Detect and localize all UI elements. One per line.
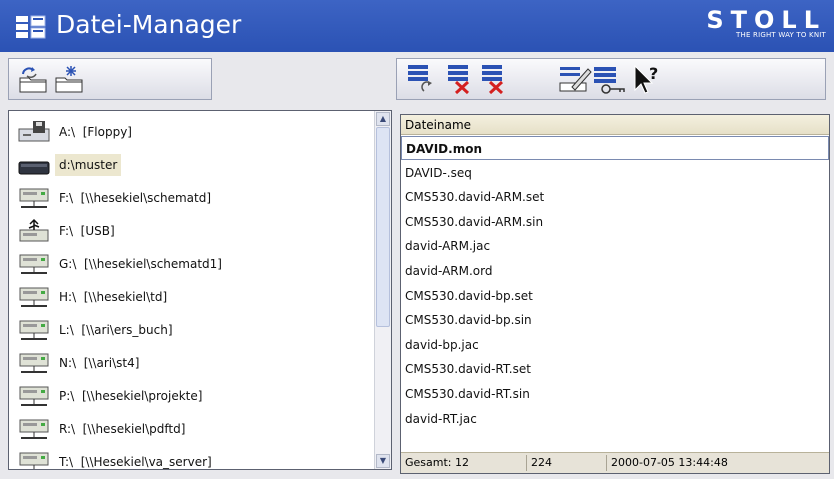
column-header-filename[interactable]: Dateiname — [401, 115, 829, 135]
refresh-folder-button[interactable] — [15, 62, 51, 96]
file-row[interactable]: CMS530.david-bp.set — [401, 284, 829, 308]
drive-item[interactable]: N:\ [\\ari\st4] — [17, 348, 143, 378]
drive-label: A:\ [Floppy] — [59, 125, 132, 139]
status-bar: Gesamt: 12 224 2000-07-05 13:44:48 — [401, 452, 829, 473]
rename-icon — [559, 67, 592, 92]
drive-toolbar — [8, 58, 212, 100]
new-folder-button[interactable] — [51, 62, 87, 96]
brand-name: STOLL — [706, 6, 826, 34]
stoll-logo: STOLL THE RIGHT WAY TO KNIT — [706, 6, 826, 39]
file-row[interactable]: CMS530.david-RT.set — [401, 357, 829, 381]
file-row[interactable]: david-RT.jac — [401, 407, 829, 431]
drive-item[interactable]: F:\ [USB] — [17, 216, 119, 246]
file-row[interactable]: CMS530.david-ARM.sin — [401, 210, 829, 234]
file-row[interactable]: david-bp.jac — [401, 333, 829, 357]
drive-label: R:\ [\\hesekiel\pdftd] — [59, 422, 186, 436]
file-list[interactable]: Dateiname DAVID.mon DAVID-.seq CMS530.davi… — [400, 114, 830, 474]
window-title: Datei-Manager — [56, 10, 242, 39]
network-drive-icon — [17, 383, 51, 409]
list-delete-icon — [448, 65, 470, 95]
file-row[interactable]: david-ARM.jac — [401, 234, 829, 258]
status-datetime: 2000-07-05 13:44:48 — [611, 456, 728, 469]
network-drive-icon — [17, 350, 51, 376]
drive-label: P:\ [\\hesekiel\projekte] — [59, 389, 203, 403]
scroll-thumb[interactable] — [376, 127, 390, 327]
refresh-list-button[interactable] — [403, 62, 439, 96]
floppy-drive-icon — [17, 119, 51, 145]
drive-item[interactable]: A:\ [Floppy] — [17, 117, 136, 147]
network-drive-icon — [17, 251, 51, 277]
status-size: 224 — [527, 455, 607, 471]
list-refresh-icon — [408, 65, 432, 92]
hard-drive-icon — [17, 152, 51, 178]
status-total: Gesamt: 12 — [401, 455, 527, 471]
drive-list[interactable]: A:\ [Floppy] d:\muster F:\ [\\hesekiel\sch… — [8, 110, 392, 470]
drive-item[interactable]: L:\ [\\ari\ers_buch] — [17, 315, 177, 345]
network-drive-icon — [17, 185, 51, 211]
folder-refresh-icon — [19, 67, 47, 93]
file-row[interactable]: CMS530.david-bp.sin — [401, 308, 829, 332]
file-row[interactable]: CMS530.david-RT.sin — [401, 382, 829, 406]
file-row[interactable]: david-ARM.ord — [401, 259, 829, 283]
network-drive-icon — [17, 449, 51, 469]
protect-button[interactable] — [591, 62, 627, 96]
scroll-up-button[interactable]: ▲ — [376, 112, 390, 126]
drive-label: F:\ [\\hesekiel\schematd] — [59, 191, 212, 205]
drive-label: G:\ [\\hesekiel\schematd1] — [59, 257, 222, 271]
file-row[interactable]: CMS530.david-ARM.set — [401, 185, 829, 209]
file-row[interactable]: DAVID.mon — [401, 136, 829, 160]
network-drive-icon — [17, 284, 51, 310]
drive-item[interactable]: d:\muster — [17, 150, 122, 180]
network-drive-icon — [17, 416, 51, 442]
drive-item[interactable]: R:\ [\\hesekiel\pdftd] — [17, 414, 189, 444]
drive-item[interactable]: H:\ [\\hesekiel\td] — [17, 282, 171, 312]
drive-item[interactable]: F:\ [\\hesekiel\schematd] — [17, 183, 215, 213]
rename-button[interactable] — [557, 62, 593, 96]
help-button[interactable]: ? — [629, 62, 665, 96]
drive-item[interactable]: T:\ [\\Hesekiel\va_server] — [17, 447, 216, 469]
usb-drive-icon — [17, 218, 51, 244]
drive-item[interactable]: G:\ [\\hesekiel\schematd1] — [17, 249, 226, 279]
list-delete-all-icon — [482, 65, 504, 95]
file-manager-icon — [16, 15, 46, 39]
scroll-down-button[interactable]: ▼ — [376, 454, 390, 468]
drive-label: N:\ [\\ari\st4] — [59, 356, 140, 370]
drive-list-scrollbar[interactable]: ▲ ▼ — [374, 111, 391, 469]
network-drive-icon — [17, 317, 51, 343]
drive-label: H:\ [\\hesekiel\td] — [59, 290, 168, 304]
delete-all-button[interactable] — [477, 62, 513, 96]
list-key-icon — [594, 67, 625, 94]
file-toolbar: ? — [396, 58, 826, 100]
file-row[interactable]: DAVID-.seq — [401, 161, 829, 185]
title-bar: Datei-Manager STOLL THE RIGHT WAY TO KNI… — [0, 0, 834, 52]
svg-text:?: ? — [649, 64, 658, 83]
drive-item[interactable]: P:\ [\\hesekiel\projekte] — [17, 381, 206, 411]
drive-label: F:\ [USB] — [59, 224, 115, 238]
drive-label: d:\muster — [55, 154, 122, 176]
delete-file-button[interactable] — [443, 62, 479, 96]
folder-new-icon — [55, 66, 83, 93]
drive-label: T:\ [\\Hesekiel\va_server] — [59, 455, 212, 469]
help-icon: ? — [634, 64, 658, 94]
drive-label: L:\ [\\ari\ers_buch] — [59, 323, 173, 337]
